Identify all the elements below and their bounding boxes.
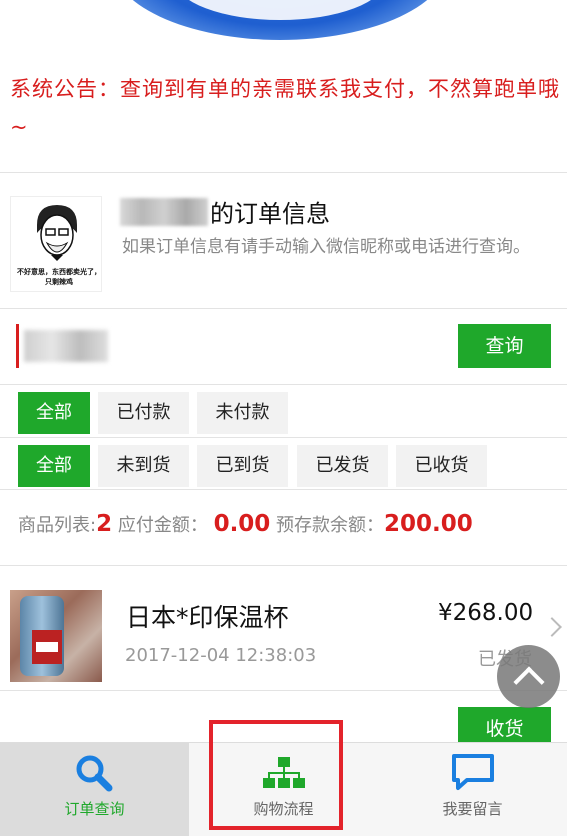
search-icon bbox=[76, 755, 112, 792]
product-name[interactable]: 日本*印保温杯 bbox=[126, 598, 289, 634]
query-hint: 如果订单信息有请手动输入微信昵称或电话进行查询。 bbox=[122, 237, 530, 257]
divider bbox=[0, 384, 567, 385]
divider bbox=[0, 308, 567, 309]
colonel-face-icon bbox=[37, 205, 77, 261]
tabbar-order-query[interactable]: 订单查询 bbox=[0, 743, 189, 836]
product-price: ¥268.00 bbox=[438, 600, 534, 626]
divider bbox=[0, 172, 567, 173]
avatar-caption: 不好意思，东西都卖光了，只剩辣鸡 bbox=[17, 268, 101, 286]
message-icon bbox=[451, 754, 494, 790]
blurred-search-value bbox=[24, 330, 108, 362]
product-image[interactable] bbox=[10, 590, 102, 682]
divider bbox=[0, 690, 567, 691]
tab-not-arrived[interactable]: 未到货 bbox=[98, 445, 189, 487]
divider bbox=[0, 565, 567, 566]
due-label: 应付金额： bbox=[117, 515, 208, 536]
deposit-label: 预存款余额： bbox=[276, 515, 385, 536]
tabbar-label: 订单查询 bbox=[64, 800, 125, 818]
tabbar-leave-message[interactable]: 我要留言 bbox=[378, 743, 567, 836]
scroll-top-button[interactable] bbox=[497, 645, 560, 708]
tab-shipping-all[interactable]: 全部 bbox=[18, 445, 90, 487]
tabbar-label: 我要留言 bbox=[442, 800, 503, 818]
highlight-annotation-box bbox=[209, 720, 343, 830]
divider bbox=[0, 437, 567, 438]
order-stats: 商品列表:2 应付金额： 0.00 预存款余额：200.00 bbox=[18, 511, 473, 537]
tab-payment-all[interactable]: 全部 bbox=[18, 392, 90, 434]
tab-unpaid[interactable]: 未付款 bbox=[197, 392, 288, 434]
list-label: 商品列表: bbox=[18, 515, 97, 536]
tab-paid[interactable]: 已付款 bbox=[98, 392, 189, 434]
divider bbox=[0, 489, 567, 490]
order-info-title: 的订单信息 bbox=[210, 200, 330, 228]
blurred-username bbox=[120, 198, 208, 226]
avatar: 不好意思，东西都卖光了，只剩辣鸡 bbox=[10, 196, 102, 292]
system-notice: 系统公告：查询到有单的亲需联系我支付，不然算跑单哦~ bbox=[10, 77, 560, 139]
order-date: 2017-12-04 12:38:03 bbox=[125, 645, 317, 666]
chevron-right-icon[interactable] bbox=[542, 617, 562, 637]
top-banner bbox=[0, 0, 567, 55]
query-button[interactable]: 查询 bbox=[458, 324, 551, 368]
tab-arrived[interactable]: 已到货 bbox=[197, 445, 288, 487]
tab-shipped[interactable]: 已发货 bbox=[297, 445, 388, 487]
list-count: 2 bbox=[96, 511, 113, 537]
tab-received[interactable]: 已收货 bbox=[396, 445, 487, 487]
deposit-amount: 200.00 bbox=[384, 511, 473, 537]
due-amount: 0.00 bbox=[213, 511, 271, 537]
